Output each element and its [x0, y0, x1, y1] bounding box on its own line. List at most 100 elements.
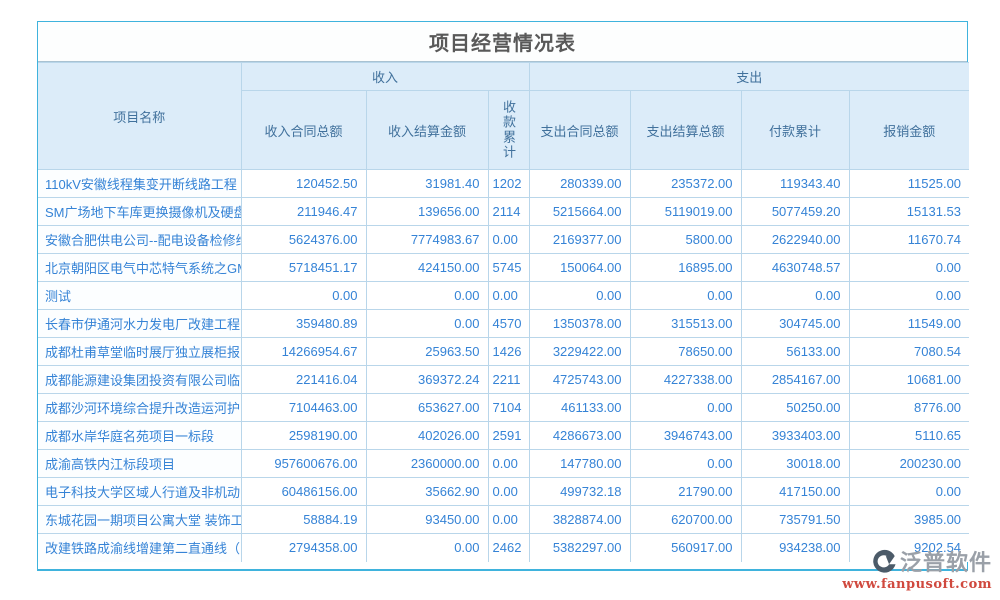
- value-cell: 7774983.67: [366, 226, 488, 254]
- report-sheet: 项目经营情况表 项目名称 收入 支出 收入合同总额 收入结算金额 收款累计 支出…: [37, 21, 968, 571]
- value-cell: 2598190.00: [241, 422, 366, 450]
- value-cell: 0.00: [241, 282, 366, 310]
- value-cell: 25963.50: [366, 338, 488, 366]
- value-cell: 93450.00: [366, 506, 488, 534]
- table-row: 电子科技大学区域人行道及非机动60486156.0035662.900.0049…: [38, 478, 969, 506]
- value-cell: 119343.40: [741, 170, 849, 198]
- project-name-cell[interactable]: 测试: [38, 282, 241, 310]
- value-cell: 11525.00: [849, 170, 969, 198]
- value-cell: 0.00: [741, 282, 849, 310]
- value-cell: 3229422.00: [529, 338, 630, 366]
- value-cell: 315513.00: [630, 310, 741, 338]
- value-cell: 369372.24: [366, 366, 488, 394]
- value-cell: 0.00: [488, 478, 529, 506]
- value-cell: 211946.47: [241, 198, 366, 226]
- value-cell: 0.00: [630, 450, 741, 478]
- value-cell: 7104: [488, 394, 529, 422]
- table-row: 改建铁路成渝线增建第二直通线（2794358.000.0024625382297…: [38, 534, 969, 562]
- value-cell: 5382297.00: [529, 534, 630, 562]
- value-cell: 15131.53: [849, 198, 969, 226]
- vendor-brand-text: 泛普软件: [900, 545, 992, 577]
- value-cell: 0.00: [849, 282, 969, 310]
- value-cell: 4630748.57: [741, 254, 849, 282]
- value-cell: 620700.00: [630, 506, 741, 534]
- report-title-bar: 项目经营情况表: [38, 22, 967, 62]
- value-cell: 16895.00: [630, 254, 741, 282]
- vendor-url-link[interactable]: www.fanpusoft.com: [842, 577, 992, 592]
- value-cell: 0.00: [366, 310, 488, 338]
- value-cell: 139656.00: [366, 198, 488, 226]
- project-name-cell[interactable]: 成都水岸华庭名苑项目一标段: [38, 422, 241, 450]
- project-name-cell[interactable]: 成渝高铁内江标段项目: [38, 450, 241, 478]
- table-row: 成都水岸华庭名苑项目一标段2598190.00402026.0025914286…: [38, 422, 969, 450]
- value-cell: 560917.00: [630, 534, 741, 562]
- project-operation-table: 项目名称 收入 支出 收入合同总额 收入结算金额 收款累计 支出合同总额 支出结…: [38, 62, 969, 562]
- value-cell: 221416.04: [241, 366, 366, 394]
- value-cell: 0.00: [529, 282, 630, 310]
- value-cell: 14266954.67: [241, 338, 366, 366]
- project-name-cell[interactable]: 安徽合肥供电公司--配电设备检修维: [38, 226, 241, 254]
- value-cell: 0.00: [488, 506, 529, 534]
- value-cell: 2169377.00: [529, 226, 630, 254]
- value-cell: 1202: [488, 170, 529, 198]
- value-cell: 200230.00: [849, 450, 969, 478]
- value-cell: 30018.00: [741, 450, 849, 478]
- project-name-cell[interactable]: 电子科技大学区域人行道及非机动: [38, 478, 241, 506]
- value-cell: 4725743.00: [529, 366, 630, 394]
- value-cell: 11549.00: [849, 310, 969, 338]
- value-cell: 35662.90: [366, 478, 488, 506]
- table-row: 成渝高铁内江标段项目957600676.002360000.000.001477…: [38, 450, 969, 478]
- value-cell: 653627.00: [366, 394, 488, 422]
- page-title: 项目经营情况表: [429, 27, 576, 56]
- project-name-cell[interactable]: 110kV安徽线程集变开断线路工程: [38, 170, 241, 198]
- value-cell: 424150.00: [366, 254, 488, 282]
- value-cell: 4227338.00: [630, 366, 741, 394]
- value-cell: 150064.00: [529, 254, 630, 282]
- project-name-cell[interactable]: 成都杜甫草堂临时展厅独立展柜报: [38, 338, 241, 366]
- project-name-cell[interactable]: 东城花园一期项目公寓大堂 装饰工: [38, 506, 241, 534]
- table-row: 成都沙河环境综合提升改造运河护7104463.00653627.00710446…: [38, 394, 969, 422]
- value-cell: 56133.00: [741, 338, 849, 366]
- value-cell: 10681.00: [849, 366, 969, 394]
- group-header-expense: 支出: [529, 63, 969, 91]
- project-name-cell[interactable]: 成都能源建设集团投资有限公司临: [38, 366, 241, 394]
- value-cell: 2360000.00: [366, 450, 488, 478]
- column-header-income-contract-total: 收入合同总额: [241, 91, 366, 170]
- value-cell: 78650.00: [630, 338, 741, 366]
- value-cell: 120452.50: [241, 170, 366, 198]
- column-header-payment-cumulative: 付款累计: [741, 91, 849, 170]
- value-cell: 402026.00: [366, 422, 488, 450]
- project-name-cell[interactable]: 成都沙河环境综合提升改造运河护: [38, 394, 241, 422]
- value-cell: 31981.40: [366, 170, 488, 198]
- value-cell: 235372.00: [630, 170, 741, 198]
- value-cell: 2211: [488, 366, 529, 394]
- project-name-cell[interactable]: 改建铁路成渝线增建第二直通线（: [38, 534, 241, 562]
- value-cell: 934238.00: [741, 534, 849, 562]
- project-name-cell[interactable]: SM广场地下车库更换摄像机及硬盘: [38, 198, 241, 226]
- table-row: 北京朝阳区电气中芯特气系统之GM5718451.17424150.0057451…: [38, 254, 969, 282]
- group-header-income: 收入: [241, 63, 529, 91]
- value-cell: 417150.00: [741, 478, 849, 506]
- value-cell: 5718451.17: [241, 254, 366, 282]
- column-header-expense-settlement: 支出结算总额: [630, 91, 741, 170]
- project-name-cell[interactable]: 北京朝阳区电气中芯特气系统之GM: [38, 254, 241, 282]
- value-cell: 2114: [488, 198, 529, 226]
- value-cell: 3985.00: [849, 506, 969, 534]
- value-cell: 5215664.00: [529, 198, 630, 226]
- column-header-reimbursement: 报销金额: [849, 91, 969, 170]
- column-header-project-name: 项目名称: [38, 63, 241, 170]
- value-cell: 0.00: [849, 254, 969, 282]
- value-cell: 1350378.00: [529, 310, 630, 338]
- value-cell: 0.00: [630, 394, 741, 422]
- value-cell: 60486156.00: [241, 478, 366, 506]
- value-cell: 58884.19: [241, 506, 366, 534]
- value-cell: 461133.00: [529, 394, 630, 422]
- value-cell: 304745.00: [741, 310, 849, 338]
- table-row: 测试0.000.000.000.000.000.000.00: [38, 282, 969, 310]
- value-cell: 359480.89: [241, 310, 366, 338]
- project-name-cell[interactable]: 长春市伊通河水力发电厂改建工程: [38, 310, 241, 338]
- value-cell: 2854167.00: [741, 366, 849, 394]
- value-cell: 957600676.00: [241, 450, 366, 478]
- value-cell: 2622940.00: [741, 226, 849, 254]
- value-cell: 735791.50: [741, 506, 849, 534]
